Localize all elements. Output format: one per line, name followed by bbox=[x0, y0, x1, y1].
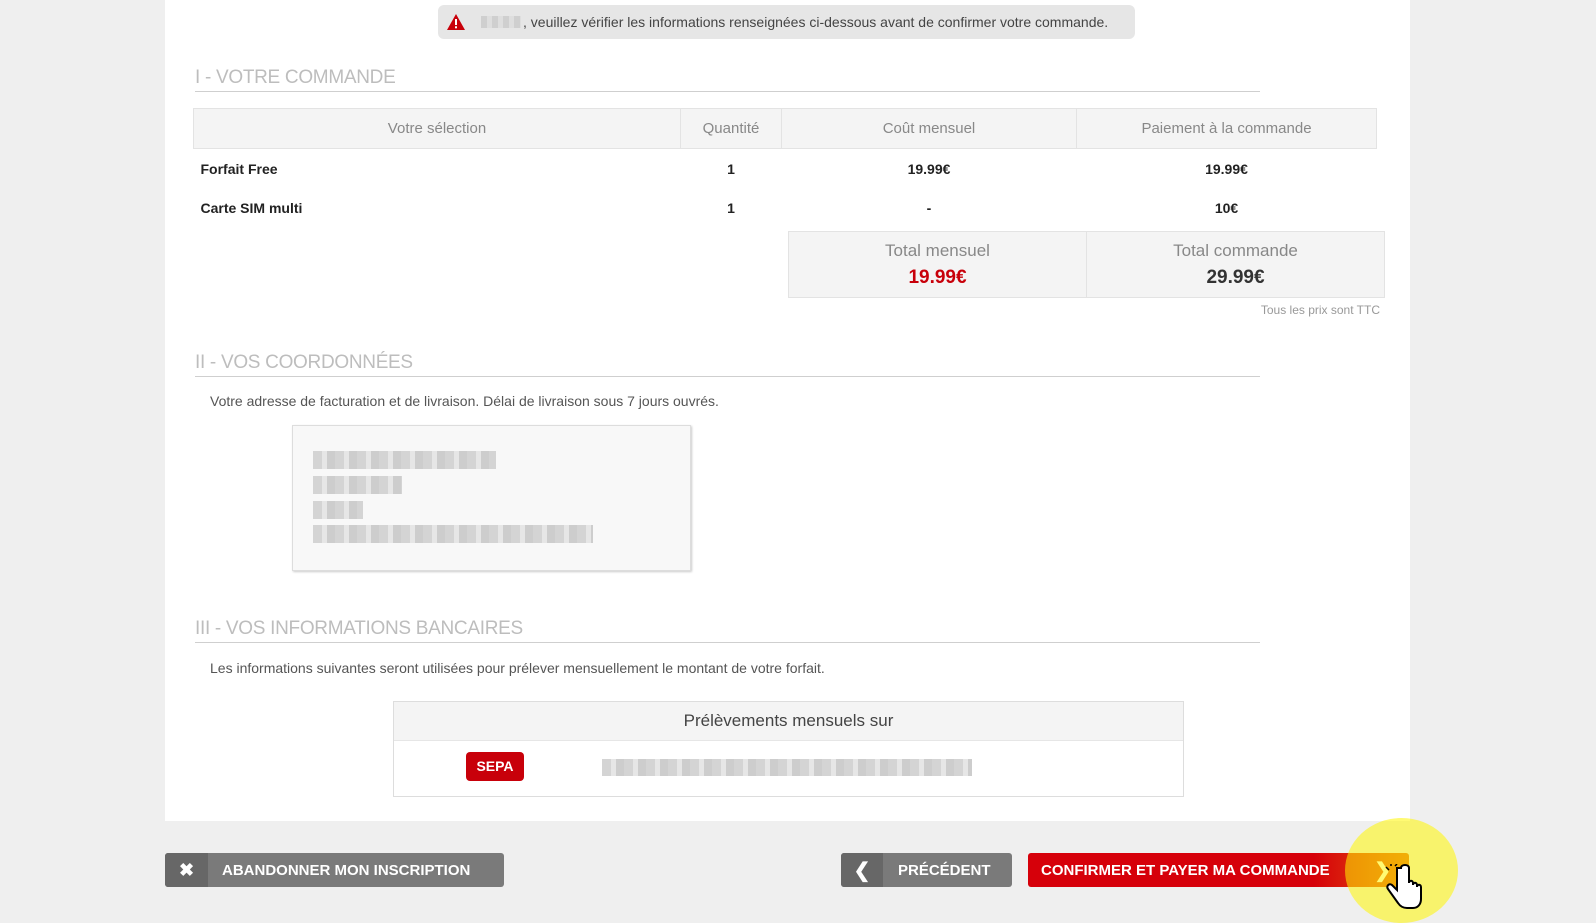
order-table: Votre sélection Quantité Coût mensuel Pa… bbox=[193, 108, 1377, 227]
table-row: Forfait Free 1 19.99€ 19.99€ bbox=[194, 149, 1377, 189]
blurred-address-line bbox=[313, 451, 496, 469]
item-name: Carte SIM multi bbox=[200, 199, 303, 216]
warning-alert: , veuillez vérifier les informations ren… bbox=[438, 5, 1135, 39]
item-monthly: 19.99€ bbox=[907, 160, 951, 177]
bank-box-title: Prélèvements mensuels sur bbox=[394, 702, 1183, 741]
section-title-bank: III - VOS INFORMATIONS BANCAIRES bbox=[195, 618, 1260, 643]
sepa-badge: SEPA bbox=[466, 752, 524, 781]
blurred-address-line bbox=[313, 525, 593, 543]
address-box bbox=[292, 425, 691, 571]
col-header-upfront: Paiement à la commande bbox=[1076, 108, 1377, 149]
section-title-contact: II - VOS COORDONNÉES bbox=[195, 352, 1260, 377]
total-monthly-box: Total mensuel 19.99€ bbox=[789, 232, 1087, 297]
table-row: Carte SIM multi 1 - 10€ bbox=[194, 188, 1377, 227]
alert-text: , veuillez vérifier les informations ren… bbox=[523, 14, 1109, 30]
previous-button-label: PRÉCÉDENT bbox=[898, 861, 991, 879]
blurred-iban bbox=[602, 759, 972, 776]
hand-cursor-icon bbox=[1385, 864, 1422, 909]
col-header-monthly: Coût mensuel bbox=[781, 108, 1077, 149]
abandon-button-label: ABANDONNER MON INSCRIPTION bbox=[222, 861, 471, 879]
blurred-address-line bbox=[313, 476, 402, 494]
col-header-quantity: Quantité bbox=[680, 108, 782, 149]
blurred-user-name bbox=[481, 16, 521, 28]
item-name: Forfait Free bbox=[200, 160, 278, 177]
blurred-address-line bbox=[313, 501, 363, 519]
warning-icon bbox=[447, 14, 465, 30]
bank-description: Les informations suivantes seront utilis… bbox=[210, 660, 825, 676]
previous-button[interactable]: ❮ PRÉCÉDENT bbox=[841, 853, 1012, 887]
total-order-label: Total commande bbox=[1173, 241, 1298, 260]
total-order-value: 29.99€ bbox=[1206, 267, 1265, 288]
total-monthly-label: Total mensuel bbox=[885, 241, 990, 260]
abandon-registration-button[interactable]: ✖ ABANDONNER MON INSCRIPTION bbox=[165, 853, 504, 887]
close-icon: ✖ bbox=[165, 853, 208, 887]
contact-description: Votre adresse de facturation et de livra… bbox=[210, 393, 719, 409]
item-qty: 1 bbox=[727, 199, 735, 216]
ttc-note: Tous les prix sont TTC bbox=[1260, 303, 1380, 317]
totals-panel: Total mensuel 19.99€ Total commande 29.9… bbox=[788, 231, 1385, 298]
col-header-selection: Votre sélection bbox=[193, 108, 681, 149]
bank-box: Prélèvements mensuels sur SEPA bbox=[393, 701, 1184, 797]
total-order-box: Total commande 29.99€ bbox=[1087, 232, 1384, 297]
item-qty: 1 bbox=[727, 160, 735, 177]
total-monthly-value: 19.99€ bbox=[908, 267, 967, 288]
chevron-left-icon: ❮ bbox=[841, 853, 883, 887]
item-monthly: - bbox=[926, 199, 932, 216]
section-title-order: I - VOTRE COMMANDE bbox=[195, 67, 1260, 92]
item-upfront: 10€ bbox=[1214, 199, 1239, 216]
item-upfront: 19.99€ bbox=[1205, 160, 1248, 177]
confirm-button-label: CONFIRMER ET PAYER MA COMMANDE bbox=[1041, 861, 1330, 879]
